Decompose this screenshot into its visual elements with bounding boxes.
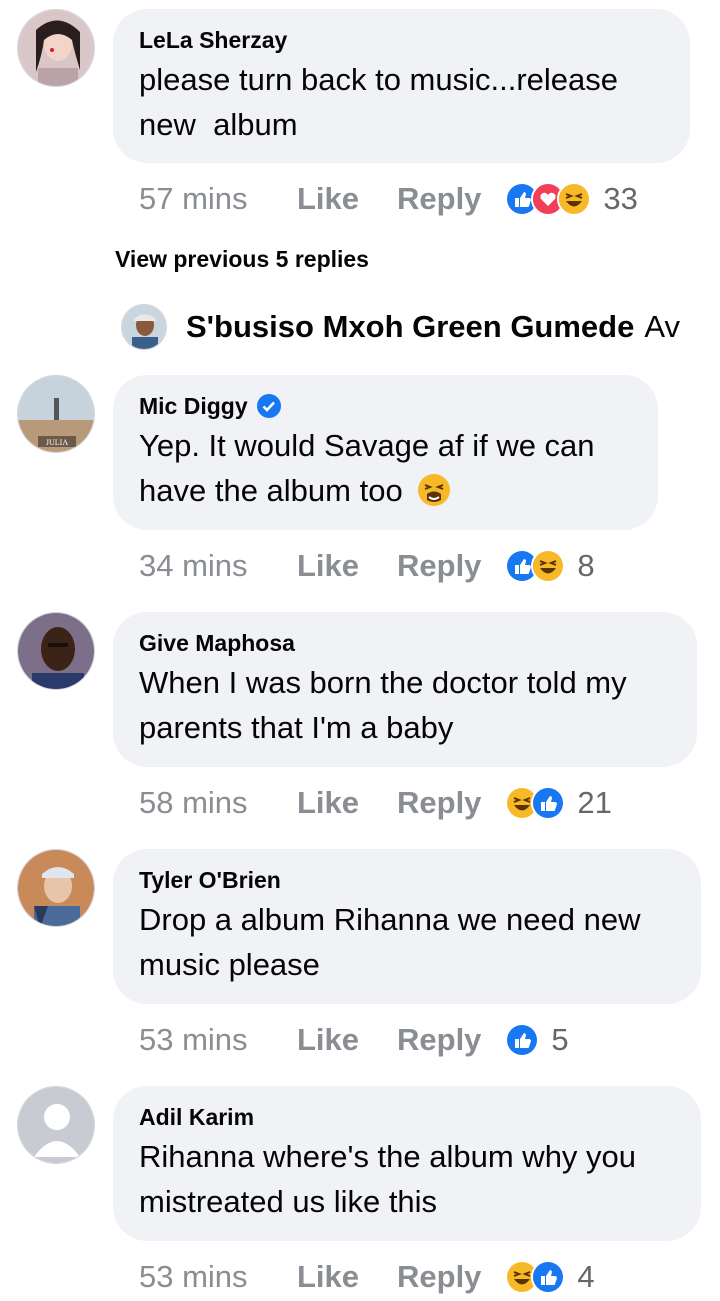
timestamp[interactable]: 58 mins — [139, 785, 297, 821]
reaction-count: 33 — [603, 181, 638, 216]
commenter-name[interactable]: LeLa Sherzay — [139, 25, 664, 55]
reaction-count: 4 — [577, 1259, 595, 1294]
like-reaction-icon — [531, 786, 566, 820]
comment-bubble: LeLa Sherzay please turn back to music..… — [113, 9, 690, 163]
reaction-summary[interactable]: 5 — [505, 1022, 569, 1058]
comment-meta: 57 mins Like Reply 33 — [139, 179, 638, 219]
reply-button[interactable]: Reply — [397, 1022, 481, 1058]
reaction-summary[interactable]: 21 — [505, 785, 612, 821]
reply-text-preview: Av — [644, 309, 680, 344]
haha-reaction-icon — [557, 182, 592, 216]
nested-reply-preview[interactable]: S'busiso Mxoh Green Gumede Av — [121, 304, 681, 350]
avatar[interactable] — [17, 612, 95, 690]
avatar[interactable] — [121, 304, 167, 350]
commenter-name[interactable]: Tyler O'Brien — [139, 865, 675, 895]
reply-button[interactable]: Reply — [397, 1259, 481, 1295]
comment-bubble: Tyler O'Brien Drop a album Rihanna we ne… — [113, 849, 701, 1004]
like-reaction-icon — [505, 1023, 540, 1057]
verified-badge-icon — [256, 394, 281, 418]
reaction-count: 21 — [577, 785, 612, 820]
reaction-count: 8 — [577, 548, 595, 583]
tired-face-emoji-icon — [417, 473, 451, 519]
comment-meta: 53 mins Like Reply 4 — [139, 1257, 595, 1297]
reply-button[interactable]: Reply — [397, 785, 481, 821]
reaction-summary[interactable]: 8 — [505, 548, 595, 584]
like-reaction-icon — [531, 1260, 566, 1294]
like-button[interactable]: Like — [297, 1259, 397, 1295]
comment-text: Rihanna where's the album why you mistre… — [139, 1139, 637, 1219]
reply-button[interactable]: Reply — [397, 548, 481, 584]
avatar[interactable] — [17, 849, 95, 927]
comment-bubble: Mic Diggy Yep. It would Savage af if we … — [113, 375, 658, 530]
haha-reaction-icon — [531, 549, 566, 583]
timestamp[interactable]: 57 mins — [139, 181, 297, 217]
comment-meta: 53 mins Like Reply 5 — [139, 1020, 569, 1060]
commenter-name[interactable]: Adil Karim — [139, 1102, 675, 1132]
reply-button[interactable]: Reply — [397, 181, 481, 217]
comment-meta: 58 mins Like Reply 21 — [139, 783, 612, 823]
commenter-name[interactable]: Give Maphosa — [139, 628, 671, 658]
comment-bubble: Adil Karim Rihanna where's the album why… — [113, 1086, 701, 1241]
comment-text: please turn back to music...release new … — [139, 62, 619, 142]
comment-bubble: Give Maphosa When I was born the doctor … — [113, 612, 697, 767]
reaction-summary[interactable]: 4 — [505, 1259, 595, 1295]
reaction-summary[interactable]: 33 — [505, 181, 638, 217]
avatar[interactable] — [17, 1086, 95, 1164]
timestamp[interactable]: 53 mins — [139, 1259, 297, 1295]
comment-meta: 34 mins Like Reply 8 — [139, 546, 595, 586]
like-button[interactable]: Like — [297, 181, 397, 217]
timestamp[interactable]: 53 mins — [139, 1022, 297, 1058]
comment-text: When I was born the doctor told my paren… — [139, 665, 627, 745]
reaction-count: 5 — [551, 1022, 569, 1057]
avatar-caption: JULIA — [46, 438, 68, 447]
timestamp[interactable]: 34 mins — [139, 548, 297, 584]
comment-text: Drop a album Rihanna we need new music p… — [139, 902, 641, 982]
avatar[interactable]: JULIA — [17, 375, 95, 453]
avatar[interactable] — [17, 9, 95, 87]
view-previous-replies-link[interactable]: View previous 5 replies — [115, 246, 369, 273]
comment-text: Yep. It would Savage af if we can have t… — [139, 423, 632, 519]
commenter-name[interactable]: Mic Diggy — [139, 391, 632, 421]
commenter-name[interactable]: S'busiso Mxoh Green Gumede — [186, 309, 634, 345]
like-button[interactable]: Like — [297, 1022, 397, 1058]
like-button[interactable]: Like — [297, 548, 397, 584]
like-button[interactable]: Like — [297, 785, 397, 821]
